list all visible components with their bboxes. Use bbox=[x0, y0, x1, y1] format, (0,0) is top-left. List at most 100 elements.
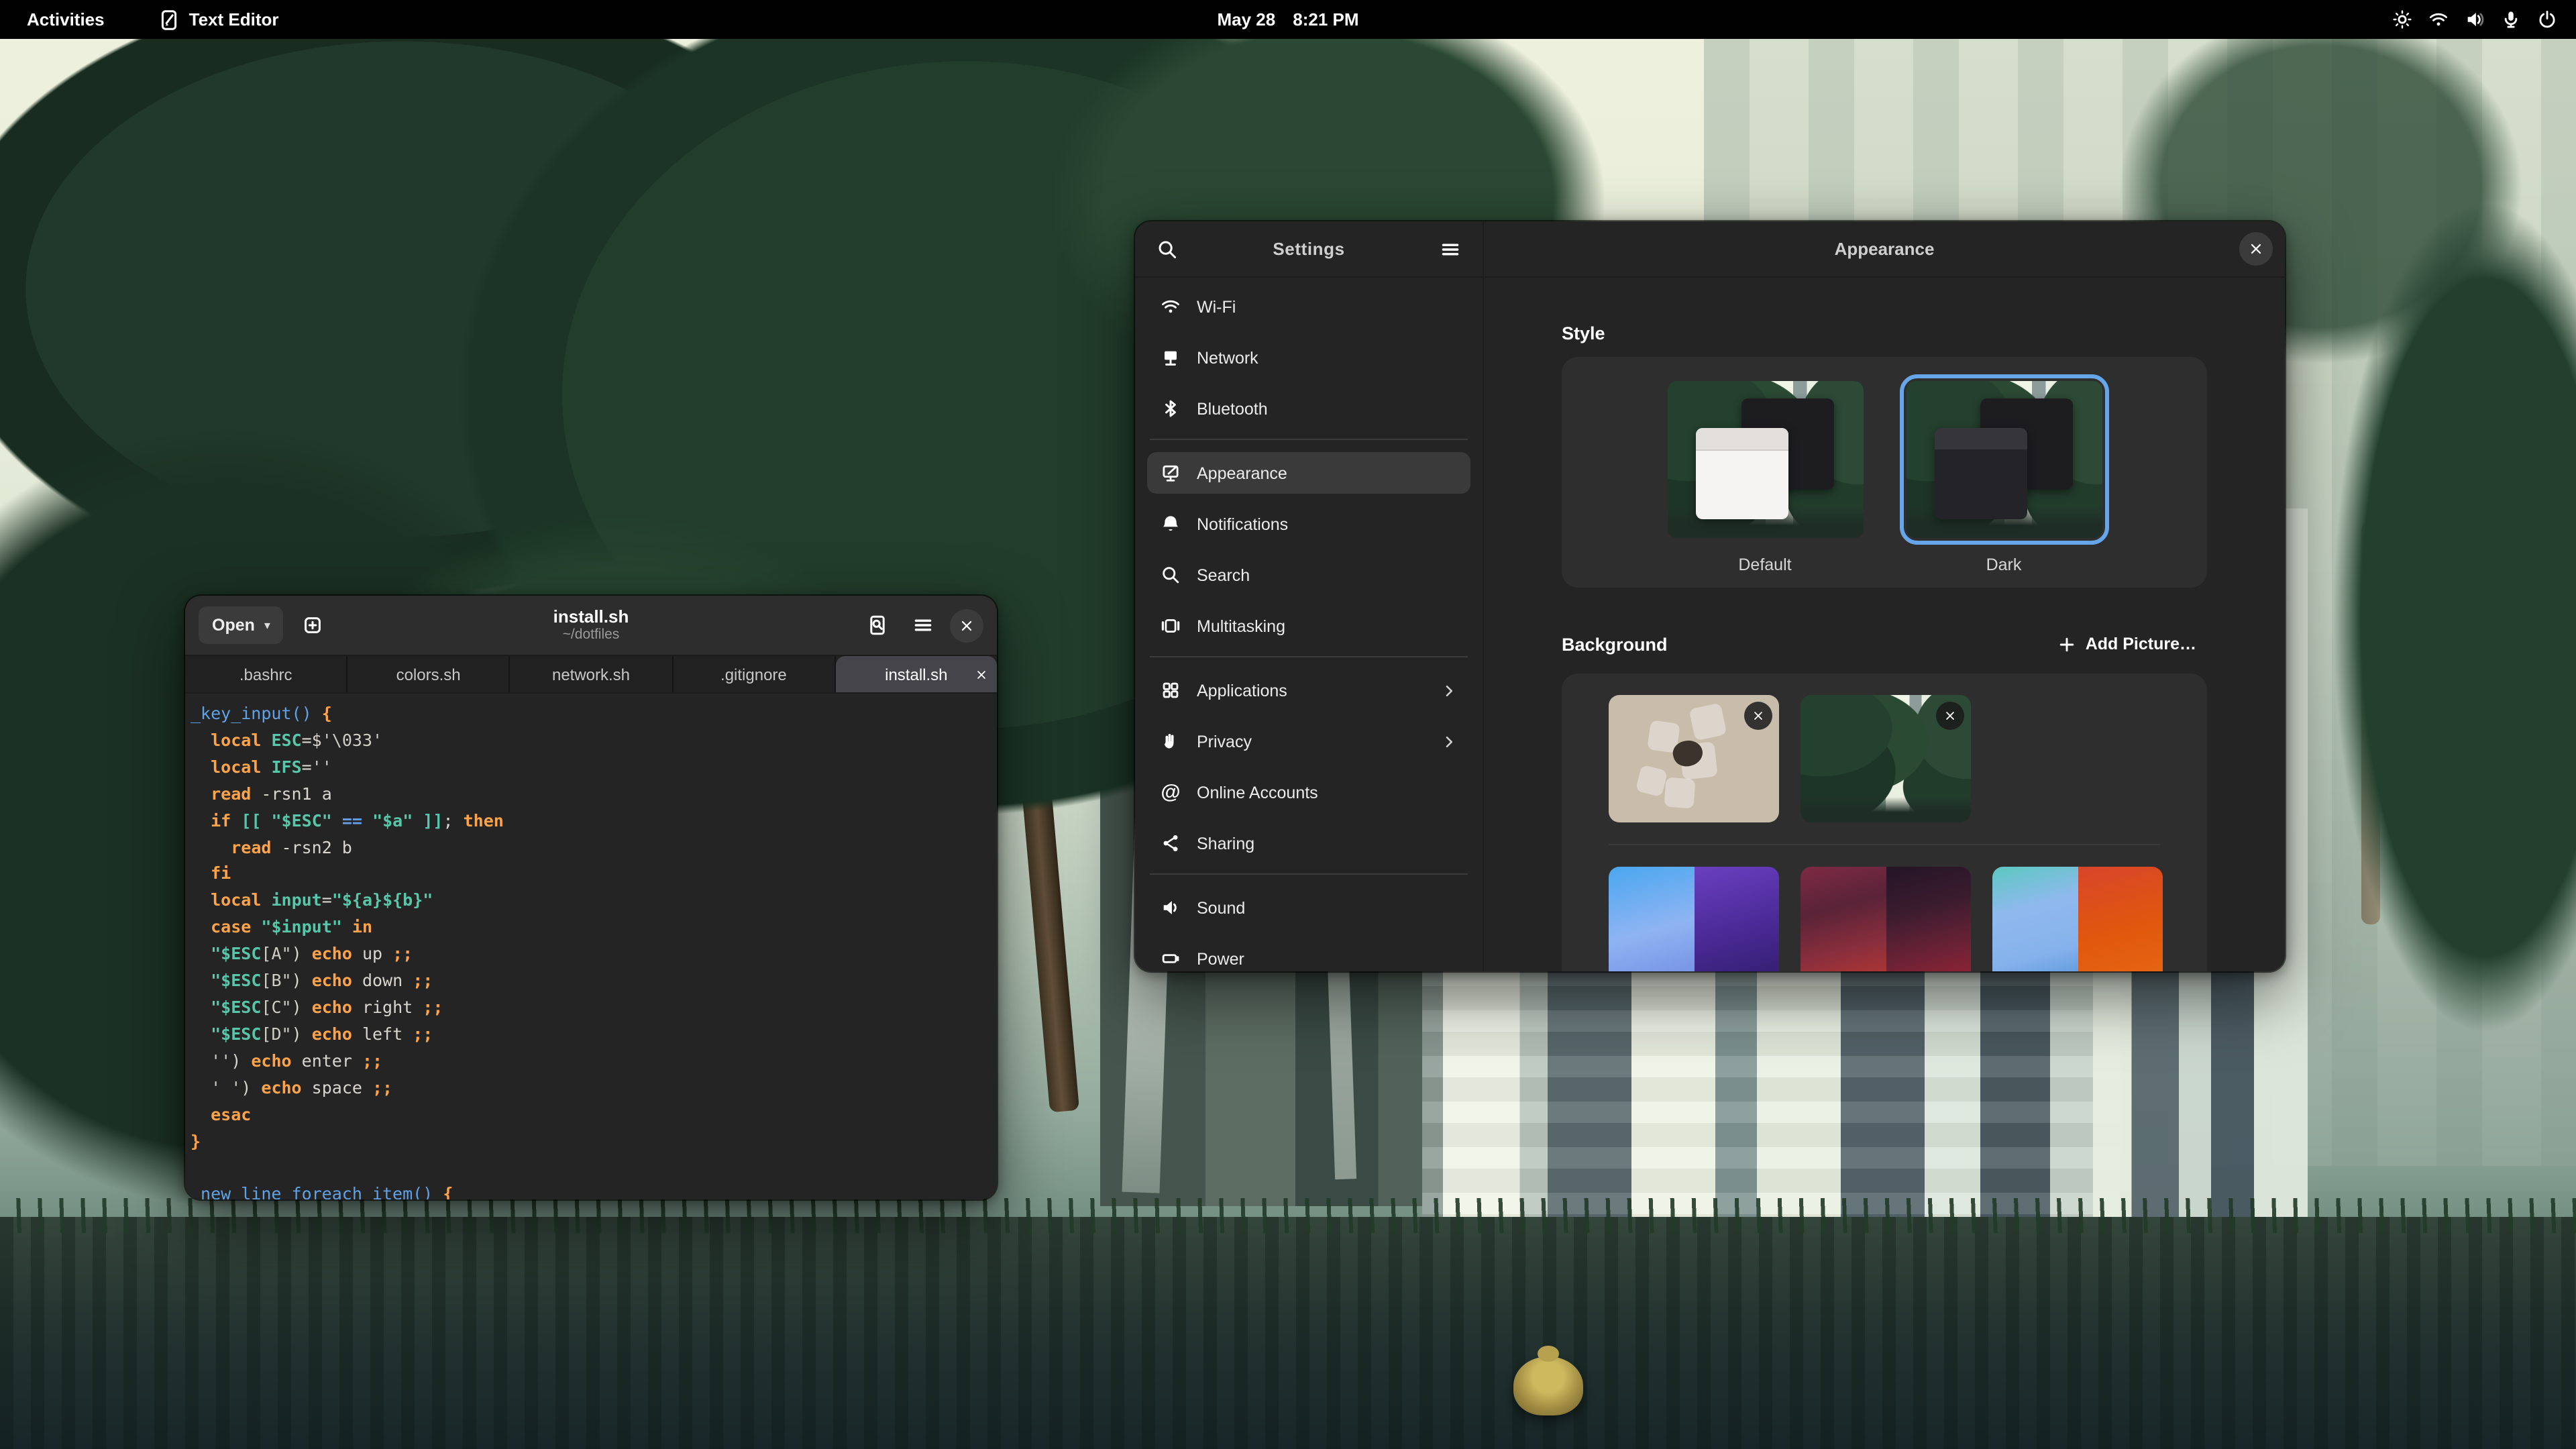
sidebar-item-bluetooth[interactable]: Bluetooth bbox=[1147, 388, 1470, 429]
focused-app-label: Text Editor bbox=[189, 9, 279, 30]
wallpaper-thumb-pixel-forest[interactable] bbox=[1801, 695, 1971, 822]
focused-app-menu[interactable]: Text Editor bbox=[158, 8, 279, 30]
sharing-icon bbox=[1161, 833, 1181, 853]
remove-wallpaper-button[interactable] bbox=[1936, 702, 1964, 730]
plus-icon bbox=[2059, 636, 2076, 653]
sidebar-item-sharing[interactable]: Sharing bbox=[1147, 822, 1470, 864]
clock-date: May 28 bbox=[1217, 9, 1275, 30]
editor-menu-button[interactable] bbox=[904, 606, 942, 644]
clock-button[interactable]: May 28 8:21 PM bbox=[1217, 9, 1358, 30]
sidebar-item-online-accounts[interactable]: @Online Accounts bbox=[1147, 771, 1470, 813]
power-icon bbox=[2537, 9, 2557, 30]
wifi-icon bbox=[2428, 9, 2449, 30]
wallpaper-swamp bbox=[0, 1217, 2576, 1449]
editor-tab-network-sh[interactable]: network.sh bbox=[511, 656, 673, 692]
close-icon bbox=[975, 668, 987, 680]
brightness-icon bbox=[2392, 9, 2412, 30]
top-bar: Activities Text Editor May 28 8:21 PM bbox=[0, 0, 2576, 39]
sidebar-item-search[interactable]: Search bbox=[1147, 554, 1470, 596]
editor-tab-install-sh[interactable]: install.sh bbox=[836, 656, 997, 692]
sidebar-item-privacy[interactable]: Privacy bbox=[1147, 720, 1470, 762]
settings-close-button[interactable] bbox=[2239, 232, 2273, 266]
sidebar-item-wi-fi[interactable]: Wi-Fi bbox=[1147, 286, 1470, 327]
code-editor-area[interactable]: _key_input() { local ESC=$'\033' local I… bbox=[185, 694, 997, 1199]
sidebar-item-power[interactable]: Power bbox=[1147, 938, 1470, 971]
editor-close-button[interactable] bbox=[950, 608, 983, 642]
code-line: if [[ "$ESC" == "$a" ]]; then bbox=[191, 807, 986, 834]
search-icon bbox=[1157, 238, 1178, 260]
pane-headerbar: Appearance bbox=[1484, 221, 2285, 278]
style-option-dark[interactable]: Dark bbox=[1899, 374, 2108, 588]
settings-window-title: Settings bbox=[1273, 239, 1344, 259]
document-search-button[interactable] bbox=[859, 606, 896, 644]
close-tab-button[interactable] bbox=[975, 668, 987, 680]
sidebar-item-multitasking[interactable]: Multitasking bbox=[1147, 605, 1470, 647]
background-card bbox=[1562, 674, 2207, 971]
style-option-default[interactable]: Default bbox=[1660, 374, 1870, 588]
preset-wallpaper-thumb-blue-orange[interactable] bbox=[1992, 867, 2163, 971]
chevron-down-icon: ▾ bbox=[264, 618, 270, 633]
sidebar-item-appearance[interactable]: Appearance bbox=[1147, 452, 1470, 494]
chevron-right-icon bbox=[1441, 682, 1457, 698]
chevron-right-icon bbox=[1441, 733, 1457, 749]
desktop: Activities Text Editor May 28 8:21 PM Op… bbox=[0, 0, 2576, 1449]
style-caption: Default bbox=[1660, 555, 1870, 574]
sidebar-item-network[interactable]: Network bbox=[1147, 337, 1470, 378]
editor-title: install.sh bbox=[553, 607, 629, 627]
microphone-icon bbox=[2501, 9, 2521, 30]
pane-body: Style DefaultDark Background Add Picture… bbox=[1484, 278, 2285, 971]
code-line: read -rsn2 b bbox=[191, 834, 986, 861]
sidebar-item-applications[interactable]: Applications bbox=[1147, 669, 1470, 711]
code-line: '') echo enter ;; bbox=[191, 1048, 986, 1075]
settings-window: Settings Wi-Fi Network Bluetooth Appearance… bbox=[1135, 221, 2285, 971]
editor-subtitle: ~/dotfiles bbox=[553, 627, 629, 643]
settings-search-button[interactable] bbox=[1148, 230, 1186, 268]
preset-wallpaper-thumb-blue-purple[interactable] bbox=[1609, 867, 1779, 971]
code-line: "$ESC[D") echo left ;; bbox=[191, 1021, 986, 1048]
editor-tab-bashrc[interactable]: .bashrc bbox=[185, 656, 347, 692]
code-line: case "$input" in bbox=[191, 914, 986, 941]
sidebar-group-divider bbox=[1150, 873, 1468, 875]
text-editor-icon bbox=[158, 9, 180, 31]
appearance-pane: Appearance Style DefaultDark Background … bbox=[1484, 221, 2285, 971]
sidebar-item-sound[interactable]: Sound bbox=[1147, 887, 1470, 928]
editor-tab-gitignore[interactable]: .gitignore bbox=[673, 656, 835, 692]
chevron-right-icon bbox=[1441, 682, 1457, 698]
code-line: fi bbox=[191, 861, 986, 888]
editor-tab-colors-sh[interactable]: colors.sh bbox=[347, 656, 510, 692]
preset-wallpapers-row bbox=[1609, 867, 2160, 971]
style-thumb-default bbox=[1667, 381, 1863, 538]
appearance-icon bbox=[1161, 463, 1181, 483]
style-card: Default Dark bbox=[1562, 357, 2207, 588]
activities-button[interactable]: Activities bbox=[19, 7, 113, 32]
remove-wallpaper-button[interactable] bbox=[1744, 702, 1772, 730]
code-line: _new_line_foreach_item() { bbox=[191, 1181, 986, 1199]
sidebar-headerbar: Settings bbox=[1135, 221, 1483, 278]
open-button[interactable]: Open ▾ bbox=[199, 606, 284, 644]
bell-icon bbox=[1161, 514, 1181, 534]
power-icon-battery bbox=[1161, 949, 1181, 969]
code-line: "$ESC[C") echo right ;; bbox=[191, 994, 986, 1021]
new-tab-button[interactable] bbox=[294, 606, 332, 644]
menu-icon bbox=[912, 614, 934, 636]
system-status-area[interactable] bbox=[2392, 9, 2557, 30]
new-tab-icon bbox=[303, 614, 324, 636]
online-accounts-icon: @ bbox=[1161, 781, 1181, 804]
sidebar-group-divider bbox=[1150, 656, 1468, 657]
sound-icon bbox=[1161, 898, 1181, 918]
settings-menu-button[interactable] bbox=[1432, 230, 1469, 268]
style-caption: Dark bbox=[1899, 555, 2108, 574]
code-line: esac bbox=[191, 1101, 986, 1128]
add-picture-button[interactable]: Add Picture… bbox=[2048, 628, 2207, 660]
code-line: local input="${a}${b}" bbox=[191, 888, 986, 914]
background-heading: Background bbox=[1562, 634, 1668, 654]
sidebar-item-notifications[interactable]: Notifications bbox=[1147, 503, 1470, 545]
preset-wallpaper-thumb-dark-red[interactable] bbox=[1801, 867, 1971, 971]
editor-headerbar: Open ▾ install.sh ~/dotfiles bbox=[185, 596, 997, 656]
wallpaper-thumb-abstract-beige[interactable] bbox=[1609, 695, 1779, 822]
pane-title: Appearance bbox=[1835, 239, 1935, 259]
volume-icon bbox=[2465, 9, 2485, 30]
multitasking-icon bbox=[1161, 616, 1181, 636]
code-line: "$ESC[A") echo up ;; bbox=[191, 941, 986, 967]
style-thumb-dark bbox=[1906, 381, 2102, 538]
